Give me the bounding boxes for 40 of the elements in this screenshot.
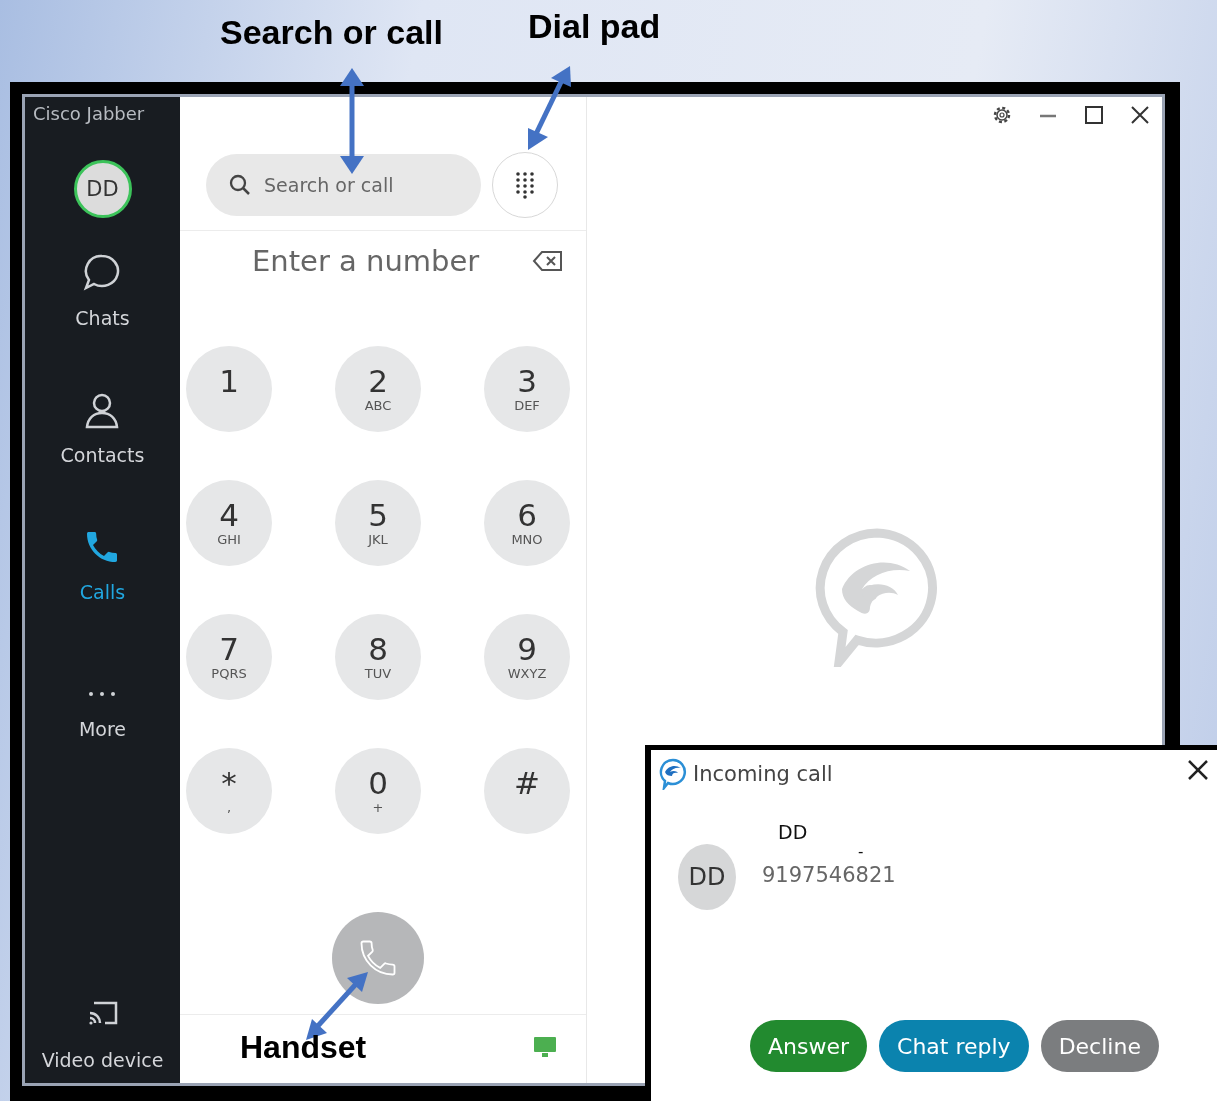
dial-key[interactable]: 4 GHI: [186, 480, 272, 566]
nav-label[interactable]: Calls: [79, 580, 126, 604]
close-icon[interactable]: [1186, 758, 1210, 782]
dial-key[interactable]: #: [484, 748, 570, 834]
nav-label[interactable]: More: [78, 717, 127, 741]
dial-key[interactable]: 1: [186, 346, 272, 432]
annotation-label: Dial pad: [528, 8, 661, 46]
answer-button[interactable]: Answer: [750, 1020, 868, 1072]
dial-key[interactable]: 6 MNO: [484, 480, 570, 566]
dial-pad-icon: [513, 171, 537, 199]
backspace-icon[interactable]: [532, 249, 564, 273]
dial-key[interactable]: 3 DEF: [484, 346, 570, 432]
caller-name: DD: [778, 820, 809, 844]
dial-key[interactable]: 8 TUV: [335, 614, 421, 700]
nav-label[interactable]: Contacts: [60, 443, 145, 467]
annotation-label: Search or call: [220, 14, 443, 52]
dial-key[interactable]: 5 JKL: [335, 480, 421, 566]
decline-button[interactable]: Decline: [1040, 1020, 1159, 1072]
more-icon: [89, 692, 116, 696]
dial-key[interactable]: 0 +: [335, 748, 421, 834]
popup-title: Incoming call: [693, 762, 833, 786]
maximize-icon[interactable]: [1082, 103, 1106, 127]
window-title: Cisco Jabber: [33, 102, 145, 126]
profile-avatar[interactable]: DD: [73, 160, 132, 218]
dial-key[interactable]: 9 WXYZ: [484, 614, 570, 700]
dial-key[interactable]: * ,: [186, 748, 272, 834]
chat-bubble-logo-icon: [814, 527, 940, 667]
annotation-label: Handset: [240, 1030, 367, 1066]
caller-number: 9197546821: [762, 862, 896, 889]
search-field[interactable]: Search or call: [206, 154, 481, 216]
dial-key[interactable]: 7 PQRS: [186, 614, 272, 700]
caller-avatar: DD: [678, 844, 736, 910]
nav-label[interactable]: Video device: [41, 1049, 164, 1071]
caller-detail: -: [858, 844, 865, 860]
nav-label[interactable]: Chats: [75, 306, 130, 330]
chat-bubble-logo-icon: [659, 758, 687, 790]
search-icon: [228, 173, 252, 197]
monitor-icon[interactable]: [532, 1035, 558, 1059]
chat-button[interactable]: Chat reply: [879, 1020, 1029, 1072]
dial-key[interactable]: 2 ABC: [335, 346, 421, 432]
